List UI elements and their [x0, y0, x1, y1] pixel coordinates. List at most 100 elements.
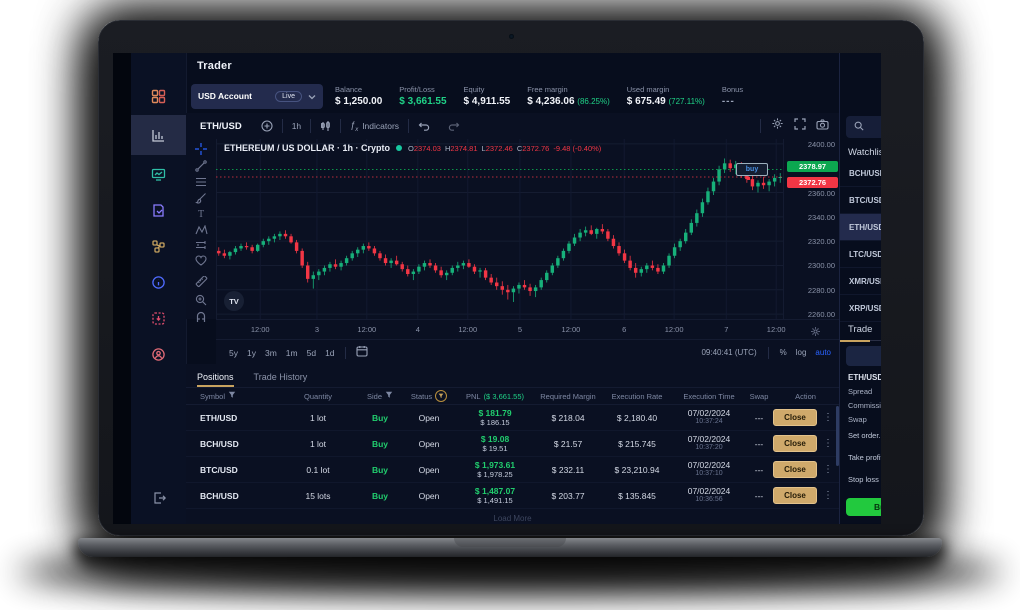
monitor-chart-icon	[151, 167, 166, 182]
redo-button[interactable]	[439, 121, 469, 131]
magnet-tool[interactable]	[193, 311, 209, 323]
tab-positions[interactable]: Positions	[197, 372, 234, 387]
tab-trade-history[interactable]: Trade History	[254, 372, 308, 387]
range-buttons: 5y 1y 3m 1m 5d 1d	[216, 348, 335, 358]
metric-suffix: (86.25%)	[577, 97, 609, 106]
column-header: Execution Time	[672, 392, 746, 401]
close-position-button[interactable]: Close	[773, 435, 817, 452]
position-side: Buy	[358, 465, 402, 475]
table-row[interactable]: ETH/USD1 lotBuyOpen$ 181.79$ 186.15$ 218…	[186, 405, 839, 431]
sidebar-item-network[interactable]	[131, 229, 186, 263]
filter-icon[interactable]	[385, 391, 393, 401]
account-selector[interactable]: USD Account Live	[191, 84, 323, 109]
interval-button[interactable]: 1h	[283, 121, 310, 131]
execution-clock: 10:37:10	[672, 470, 746, 479]
price-tick: 2300.00	[808, 261, 835, 270]
filter-icon[interactable]	[435, 390, 447, 402]
laptop-base	[78, 538, 942, 557]
watchlist-item-ltc[interactable]: LTC/USD	[840, 241, 881, 268]
metric-value: $ 4,911.55	[464, 96, 511, 107]
clock-utc[interactable]: 09:40:41 (UTC)	[701, 348, 756, 357]
range-button-1m[interactable]: 1m	[286, 348, 298, 358]
forecast-tool[interactable]	[193, 240, 209, 250]
price-tick: 2340.00	[808, 213, 835, 222]
sidebar-item-terminal[interactable]	[131, 157, 186, 191]
watchlist-item-xrp[interactable]: XRP/USD	[840, 295, 881, 322]
trendline-tool[interactable]	[193, 160, 209, 172]
row-menu-button[interactable]: ⋮	[823, 464, 833, 475]
go-to-date-button[interactable]	[356, 344, 368, 362]
order-type-toggle[interactable]	[846, 346, 881, 366]
watchlist-item-bch[interactable]: BCH/USD	[840, 160, 881, 187]
trade-option[interactable]: Stop loss	[848, 475, 881, 484]
snapshot-camera-button[interactable]	[816, 117, 829, 135]
position-swap: ---	[746, 413, 772, 423]
sidebar-item-deposit[interactable]	[131, 301, 186, 335]
pnl-value: $ 19.08	[456, 434, 534, 445]
brush-tool[interactable]	[193, 192, 209, 204]
text-tool[interactable]: T	[193, 209, 209, 220]
add-symbol-button[interactable]	[252, 120, 282, 132]
emoji-tool[interactable]	[193, 255, 209, 266]
sidebar-item-dashboard[interactable]	[131, 79, 186, 113]
close-position-button[interactable]: Close	[773, 487, 817, 504]
price-axis[interactable]: 2400.002360.002340.002320.002300.002280.…	[783, 139, 840, 319]
range-button-1y[interactable]: 1y	[247, 348, 256, 358]
pattern-tool[interactable]	[193, 225, 209, 235]
range-button-5d[interactable]: 5d	[307, 348, 316, 358]
fullscreen-button[interactable]	[794, 117, 806, 135]
auto-scale-button[interactable]: auto	[815, 348, 831, 357]
zoom-in-tool[interactable]	[193, 294, 209, 306]
close-position-button[interactable]: Close	[773, 461, 817, 478]
trade-option[interactable]: Take profit	[848, 453, 881, 462]
filter-icon[interactable]	[228, 391, 236, 401]
column-label: Symbol	[200, 392, 225, 401]
position-execution-time: 07/02/202410:37:24	[672, 408, 746, 427]
chart-type-button[interactable]	[311, 120, 340, 132]
table-row[interactable]: BCH/USD1 lotBuyOpen$ 19.08$ 19.51$ 21.57…	[186, 431, 839, 457]
range-button-5y[interactable]: 5y	[229, 348, 238, 358]
watchlist-item-xmr[interactable]: XMR/USD	[840, 268, 881, 295]
watchlist-item-btc[interactable]: BTC/USD	[840, 187, 881, 214]
position-status: Open	[402, 439, 456, 449]
chart-symbol[interactable]: ETH/USD	[186, 121, 252, 132]
row-menu-button[interactable]: ⋮	[823, 490, 833, 501]
range-button-3m[interactable]: 3m	[265, 348, 277, 358]
undo-button[interactable]	[409, 121, 439, 131]
chart-canvas[interactable]: ETHEREUM / US DOLLAR · 1h · Crypto O2374…	[216, 139, 783, 319]
watchlist-search-input[interactable]	[846, 116, 881, 138]
position-execution-rate: $ 23,210.94	[602, 465, 672, 475]
metric-suffix: (727.11%)	[668, 97, 704, 106]
sidebar-item-support[interactable]	[131, 337, 186, 371]
sidebar-item-documents[interactable]	[131, 193, 186, 227]
table-row[interactable]: BCH/USD15 lotsBuyOpen$ 1,487.07$ 1,491.1…	[186, 483, 839, 509]
chart-settings-button[interactable]	[771, 117, 784, 135]
measure-tool[interactable]	[193, 276, 209, 289]
row-menu-button[interactable]: ⋮	[823, 412, 833, 423]
position-actions: Close ⋮	[772, 435, 839, 452]
time-axis[interactable]: 12:00312:00412:00512:00612:00712:00	[216, 319, 839, 340]
position-execution-rate: $ 2,180.40	[602, 413, 672, 423]
range-button-1d[interactable]: 1d	[325, 348, 334, 358]
position-required-margin: $ 232.11	[534, 465, 602, 475]
close-position-button[interactable]: Close	[773, 409, 817, 426]
sidebar-item-logout[interactable]	[131, 481, 186, 515]
page-title: Trader	[186, 60, 232, 72]
watchlist-item-eth[interactable]: ETH/USD	[840, 214, 881, 241]
row-menu-button[interactable]: ⋮	[823, 438, 833, 449]
load-more-button[interactable]: Load More	[186, 509, 839, 523]
buy-submit-button[interactable]: Buy	[846, 498, 881, 516]
position-side: Buy	[358, 439, 402, 449]
buy-order-tag[interactable]: buy	[736, 163, 768, 176]
trade-option[interactable]: Set order...	[848, 431, 881, 440]
indicators-button[interactable]: ƒx Indicators	[341, 120, 408, 133]
sidebar-item-trading[interactable]	[131, 115, 188, 155]
execution-clock: 10:37:20	[672, 444, 746, 453]
crosshair-tool[interactable]	[193, 143, 209, 155]
fib-retracement-tool[interactable]	[193, 177, 209, 187]
table-row[interactable]: BTC/USD0.1 lotBuyOpen$ 1,973.61$ 1,978.2…	[186, 457, 839, 483]
bar-chart-icon	[151, 128, 166, 143]
log-scale-button[interactable]: log	[796, 348, 807, 357]
percent-scale-button[interactable]: %	[780, 348, 787, 357]
sidebar-item-info[interactable]	[131, 265, 186, 299]
